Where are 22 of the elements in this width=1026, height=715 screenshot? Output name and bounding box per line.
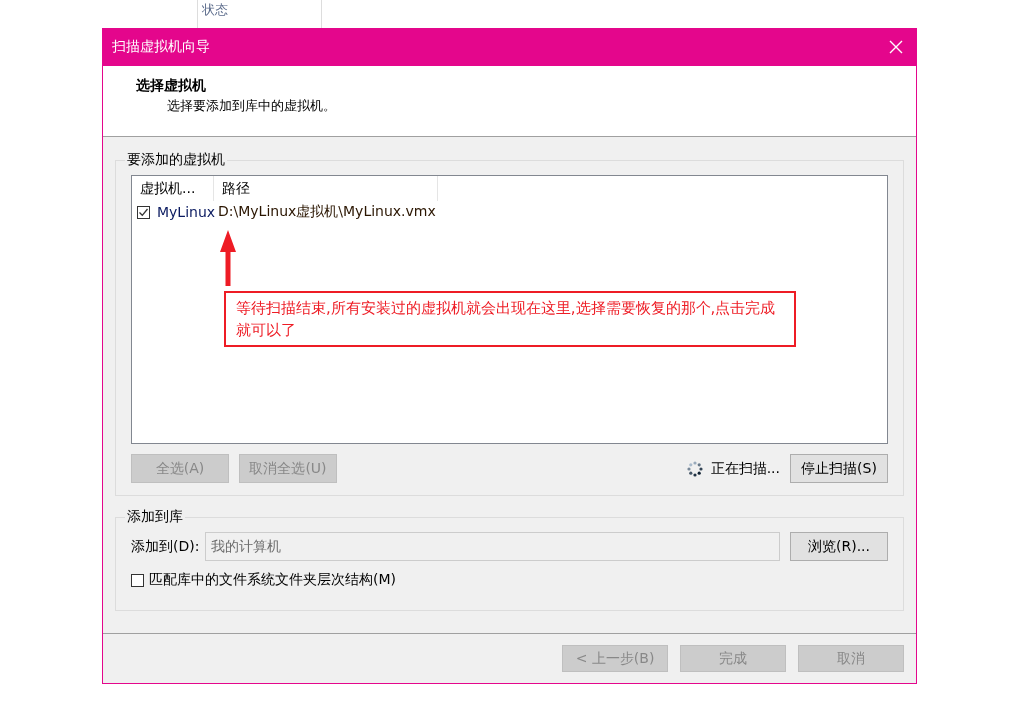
close-icon[interactable] [889,40,903,54]
arrow-icon [219,230,237,286]
vm-path: D:\MyLinux虚拟机\MyLinux.vmx [218,203,436,221]
column-header[interactable]: 路径 [214,176,438,201]
annotation-callout: 等待扫描结束,所有安装过的虚拟机就会出现在这里,选择需要恢复的那个,点击完成就可以了 [224,291,796,347]
spinner-icon [686,460,703,477]
stop-scan-button[interactable]: 停止扫描(S) [790,454,888,483]
field-label: 添加到(D): [131,537,200,556]
group-title: 要添加的虚拟机 [126,151,226,169]
checkbox[interactable] [137,205,150,219]
column-header[interactable]: 虚拟机... [132,176,214,201]
step-description: 选择要添加到库中的虚拟机。 [167,97,337,115]
library-field[interactable]: 我的计算机 [205,532,780,561]
column-header: 状态 [202,1,228,19]
vm-name: MyLinux [157,204,217,220]
checkbox[interactable] [131,573,144,587]
group-title: 添加到库 [126,508,184,526]
checkbox-label: 匹配库中的文件系统文件夹层次结构(M) [149,571,396,589]
browse-button[interactable]: 浏览(R)... [790,532,888,561]
step-title: 选择虚拟机 [136,76,207,95]
scan-status: 正在扫描... [710,459,780,478]
window-title: 扫描虚拟机向导 [112,38,210,56]
